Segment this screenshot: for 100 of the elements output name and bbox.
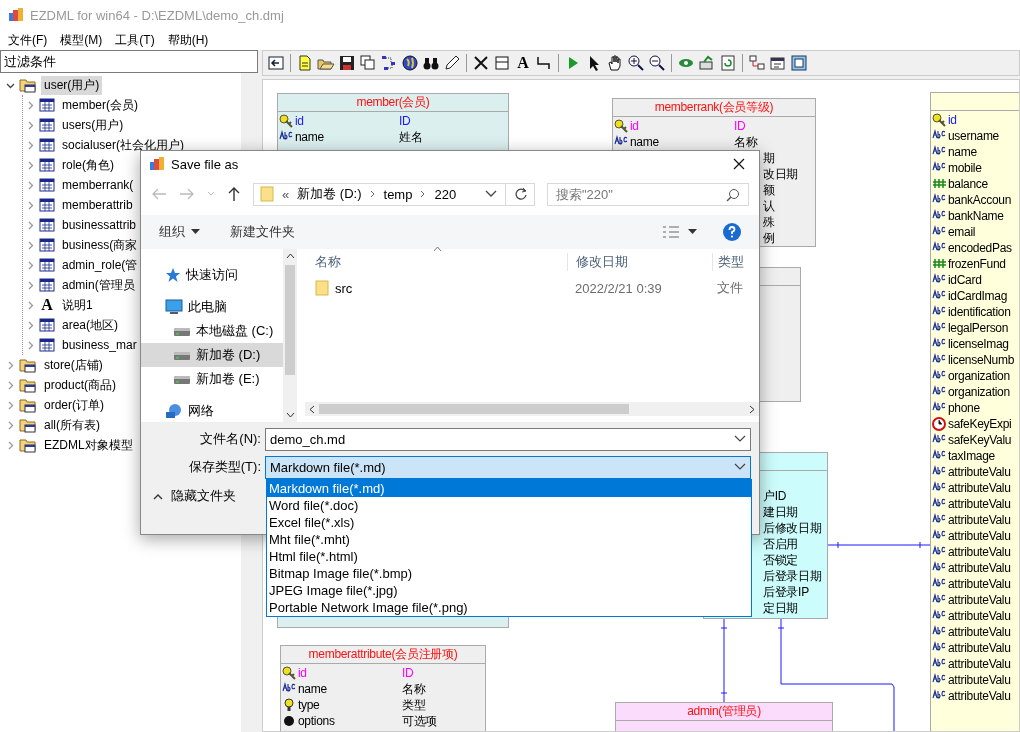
scrollbar[interactable] <box>283 249 297 422</box>
tree-item[interactable]: memberrank( <box>59 177 137 193</box>
up-arrow-icon[interactable] <box>227 186 241 202</box>
tree-item[interactable]: business(商家 <box>59 235 141 255</box>
tree-item[interactable]: business_mar <box>59 337 140 353</box>
drive-icon <box>173 325 191 337</box>
entity-table[interactable]: memberattribute(会员注册项) id ID name 名称 type 类型 options 可选项 <box>280 645 486 731</box>
tree-item[interactable]: admin(管理员 <box>59 275 138 295</box>
tree-item[interactable]: memberattrib <box>59 197 136 213</box>
tree-item[interactable]: order(订单) <box>41 395 107 415</box>
hand-icon[interactable] <box>606 54 624 72</box>
field-name: attributeValu <box>948 497 1011 511</box>
file-type-option[interactable]: Markdown file(*.md) <box>267 480 751 497</box>
panel-toggle-icon[interactable] <box>267 54 285 72</box>
globe-icon[interactable] <box>401 54 419 72</box>
tree-item[interactable]: businessattrib <box>59 217 140 233</box>
properties-icon[interactable] <box>769 54 787 72</box>
collapsed-chevron-icon[interactable] <box>26 100 35 110</box>
filter-field[interactable]: 过滤条件 <box>0 50 258 73</box>
diagram-icon[interactable] <box>380 54 398 72</box>
nav-item[interactable]: 快速访问 <box>141 263 283 287</box>
tree-item[interactable]: member(会员) <box>59 95 141 115</box>
fullscreen-icon[interactable] <box>790 54 808 72</box>
pencil-icon[interactable] <box>443 54 461 72</box>
tree-item[interactable]: all(所有表) <box>41 415 103 435</box>
search-field[interactable]: 搜索"220" <box>547 182 749 206</box>
table-icon[interactable] <box>493 54 511 72</box>
collapsed-chevron-icon[interactable] <box>6 380 15 390</box>
caret-icon[interactable] <box>688 229 697 235</box>
collapsed-chevron-icon[interactable] <box>6 420 15 430</box>
export-icon[interactable] <box>698 54 716 72</box>
tree-item[interactable]: EZDML对象模型 <box>41 435 136 455</box>
file-name[interactable]: src <box>335 280 353 296</box>
collapsed-chevron-icon[interactable] <box>26 240 35 250</box>
nav-item[interactable]: 本地磁盘 (C:) <box>141 319 283 343</box>
scroll-up-icon[interactable] <box>285 253 295 259</box>
nav-item[interactable]: 此电脑 <box>141 295 283 319</box>
tree-item[interactable]: admin_role(管 <box>59 255 141 275</box>
column-header[interactable]: 名称 <box>305 253 567 271</box>
column-header[interactable]: 修改日期 <box>567 253 712 271</box>
save-icon[interactable] <box>338 54 356 72</box>
new-file-icon[interactable] <box>296 54 314 72</box>
collapsed-chevron-icon[interactable] <box>6 440 15 450</box>
scroll-down-icon[interactable] <box>285 412 295 418</box>
scrollbar[interactable] <box>305 402 759 416</box>
tree-item[interactable]: user(用户) <box>41 75 103 95</box>
collapsed-chevron-icon[interactable] <box>26 300 35 310</box>
collapsed-chevron-icon[interactable] <box>26 280 35 290</box>
refresh-icon[interactable] <box>514 187 528 201</box>
collapsed-chevron-icon[interactable] <box>6 400 15 410</box>
address-bar[interactable]: « 新加卷 (D:) temp 220 <box>253 182 535 206</box>
import-icon[interactable] <box>748 54 766 72</box>
caret-icon <box>191 229 200 235</box>
tree-item[interactable]: area(地区) <box>59 315 121 335</box>
scroll-right-icon[interactable] <box>749 404 755 414</box>
column-header[interactable]: 类型 <box>712 253 744 271</box>
nav-item[interactable]: 网络 <box>141 399 283 422</box>
collapsed-chevron-icon[interactable] <box>26 320 35 330</box>
field-comment: ID <box>734 119 746 133</box>
menu-item[interactable]: 模型(M) <box>60 31 103 49</box>
collapsed-chevron-icon[interactable] <box>26 120 35 130</box>
collapsed-chevron-icon[interactable] <box>26 200 35 210</box>
breadcrumb-item[interactable]: 新加卷 (D:) <box>297 185 362 203</box>
connector-icon[interactable] <box>535 54 553 72</box>
nav-item[interactable]: 新加卷 (D:) <box>141 343 283 367</box>
new-folder-button[interactable]: 新建文件夹 <box>230 223 295 241</box>
refresh-icon[interactable] <box>719 54 737 72</box>
zoom-in-icon[interactable] <box>627 54 645 72</box>
menu-item[interactable]: 帮助(H) <box>167 31 209 49</box>
tree-item[interactable]: product(商品) <box>41 375 120 395</box>
organize-menu[interactable]: 组织 <box>159 223 200 241</box>
field-comment: ID <box>399 114 411 128</box>
chevron-down-icon[interactable] <box>485 190 497 198</box>
close-icon[interactable] <box>733 158 745 170</box>
tree-item[interactable]: store(店铺) <box>41 355 106 375</box>
collapsed-chevron-icon[interactable] <box>26 160 35 170</box>
tree-item[interactable]: users(用户) <box>59 115 127 135</box>
collapsed-chevron-icon[interactable] <box>6 360 15 370</box>
collapsed-chevron-icon[interactable] <box>26 140 35 150</box>
collapsed-chevron-icon[interactable] <box>26 220 35 230</box>
collapsed-chevron-icon[interactable] <box>26 340 35 350</box>
collapsed-chevron-icon[interactable] <box>26 180 35 190</box>
file-type-dropdown[interactable]: Markdown file(*.md) <box>265 455 751 479</box>
text-tool-button[interactable]: A <box>514 54 532 72</box>
hide-folders-button[interactable]: 隐藏文件夹 <box>153 487 236 505</box>
breadcrumb-item[interactable]: temp <box>383 186 413 202</box>
collapsed-chevron-icon[interactable] <box>26 260 35 270</box>
menu-item[interactable]: 工具(T) <box>115 31 155 49</box>
menu-item[interactable]: 文件(F) <box>8 31 48 49</box>
breadcrumb-item[interactable]: 220 <box>434 186 457 202</box>
file-name-field[interactable]: demo_ch.md <box>265 427 751 451</box>
field-comment: 定日期 <box>763 599 799 617</box>
delete-icon[interactable] <box>472 54 490 72</box>
tree-item[interactable]: 说明1 <box>59 295 96 315</box>
tree-item[interactable]: role(角色) <box>59 155 117 175</box>
copy-icon[interactable] <box>359 54 377 72</box>
nav-item[interactable]: 新加卷 (E:) <box>141 367 283 391</box>
zoom-out-icon[interactable] <box>648 54 666 72</box>
help-icon[interactable] <box>723 223 741 241</box>
scroll-left-icon[interactable] <box>309 404 315 414</box>
